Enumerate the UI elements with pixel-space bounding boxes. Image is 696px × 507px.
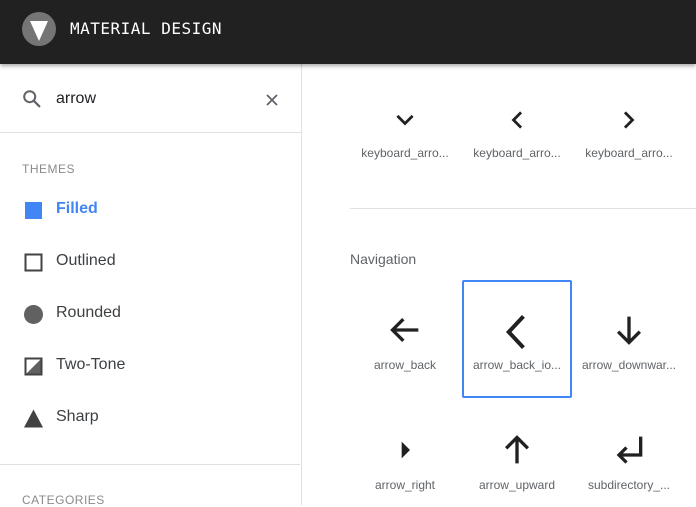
theme-label: Two-Tone (56, 356, 126, 373)
outlined-square-icon (24, 253, 43, 272)
icon-card-arrow-back-ios[interactable]: arrow_back_io... (462, 280, 572, 398)
icon-label: arrow_downwar... (581, 358, 677, 372)
icon-label: keyboard_arro... (473, 146, 561, 160)
arrow-upward-icon (504, 435, 530, 464)
icon-card-keyboard-arrow-right[interactable]: keyboard_arro... (574, 64, 684, 180)
arrow-back-icon (390, 317, 419, 343)
material-design-logo[interactable] (22, 12, 56, 46)
arrow-downward-icon (616, 316, 642, 345)
sharp-triangle-icon (24, 409, 43, 428)
theme-two-tone[interactable]: Two-Tone (0, 346, 300, 386)
icon-label: arrow_back_io... (472, 358, 562, 372)
sidebar-divider (0, 464, 300, 465)
arrow-back-ios-icon (505, 315, 525, 349)
search-icon (23, 90, 41, 108)
theme-label: Rounded (56, 304, 121, 321)
icon-label: arrow_right (374, 478, 436, 492)
keyboard-arrow-down-icon (396, 114, 414, 126)
icon-label: keyboard_arro... (361, 146, 449, 160)
theme-label: Filled (56, 200, 98, 217)
theme-outlined[interactable]: Outlined (0, 242, 300, 282)
arrow-right-icon (401, 441, 410, 459)
sidebar: THEMES Filled Outlined Rounded Two-Tone … (0, 64, 302, 507)
search-input[interactable] (56, 87, 246, 111)
keyboard-arrow-right-icon (623, 111, 635, 129)
icon-label: subdirectory_... (587, 478, 671, 492)
icon-card-arrow-upward[interactable]: arrow_upward (462, 400, 572, 505)
close-icon[interactable] (265, 93, 279, 107)
icon-label: keyboard_arro... (585, 146, 673, 160)
icon-card-arrow-downward[interactable]: arrow_downwar... (574, 280, 684, 398)
category-title-navigation: Navigation (350, 251, 417, 267)
subdirectory-arrow-left-icon (616, 436, 643, 464)
theme-label: Outlined (56, 252, 116, 269)
theme-rounded[interactable]: Rounded (0, 294, 300, 334)
icon-label: arrow_back (373, 358, 437, 372)
icon-card-keyboard-arrow-down[interactable]: keyboard_arro... (350, 64, 460, 180)
icon-card-arrow-right[interactable]: arrow_right (350, 400, 460, 505)
filled-square-icon (25, 202, 42, 219)
top-app-bar: MATERIAL DESIGN (0, 0, 696, 64)
themes-heading: THEMES (22, 162, 76, 176)
icon-card-keyboard-arrow-left[interactable]: keyboard_arro... (462, 64, 572, 180)
theme-label: Sharp (56, 408, 99, 425)
keyboard-arrow-left-icon (511, 111, 523, 129)
icon-card-arrow-back[interactable]: arrow_back (350, 280, 460, 398)
icon-label: arrow_upward (478, 478, 556, 492)
theme-sharp[interactable]: Sharp (0, 398, 300, 438)
icon-card-subdirectory-arrow-left[interactable]: subdirectory_... (574, 400, 684, 505)
section-divider (350, 208, 696, 209)
icon-grid: keyboard_arro... keyboard_arro... keyboa… (302, 64, 696, 505)
two-tone-icon (24, 357, 43, 376)
rounded-circle-icon (24, 305, 43, 324)
app-title: MATERIAL DESIGN (70, 19, 222, 38)
search-bar (0, 64, 301, 133)
theme-filled[interactable]: Filled (0, 190, 300, 230)
